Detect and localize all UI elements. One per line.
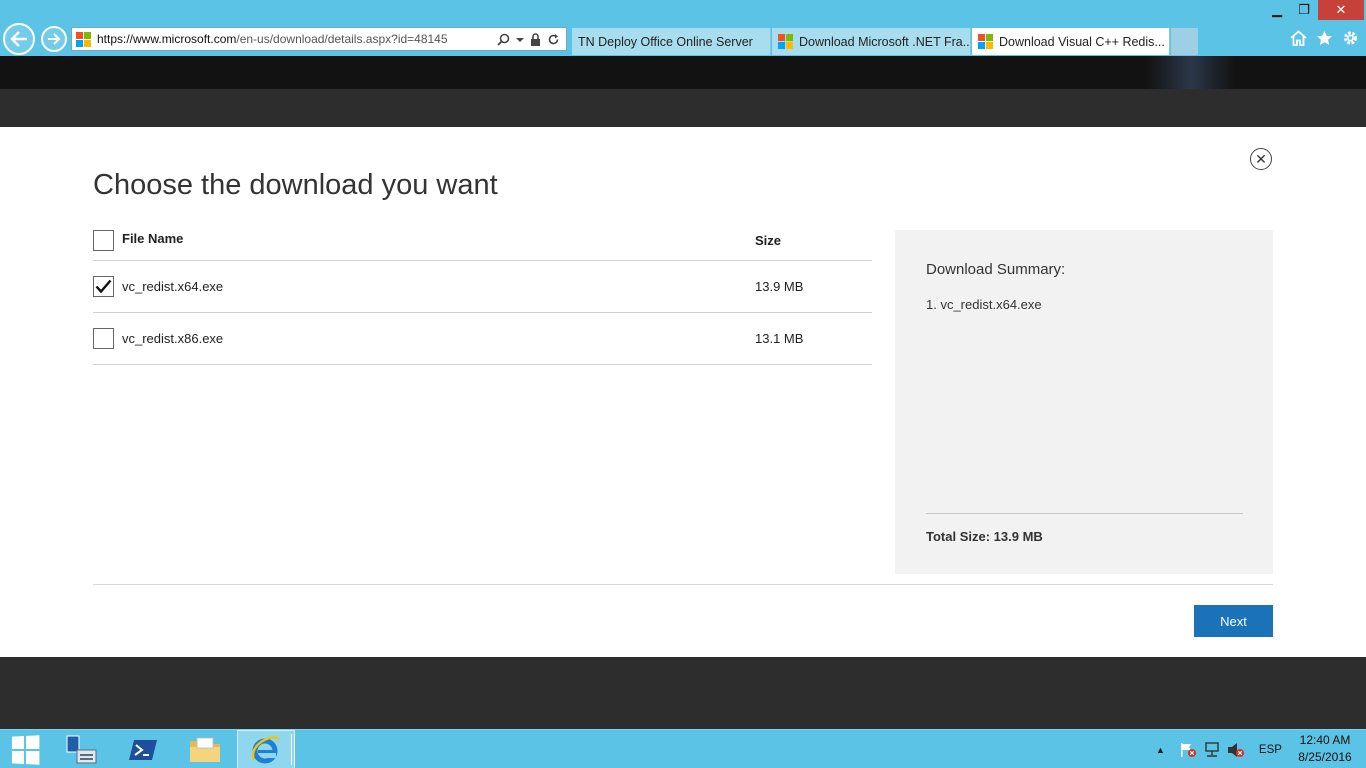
file-size: 13.9 MB bbox=[755, 279, 804, 294]
folder-icon bbox=[190, 737, 220, 762]
tab-label: Download Visual C++ Redis... bbox=[999, 34, 1165, 49]
browser-chrome: https://www.microsoft.com/en-us/download… bbox=[0, 0, 1366, 56]
tray-overflow-arrow-icon[interactable]: ▲ bbox=[1156, 745, 1165, 755]
search-icon[interactable] bbox=[497, 33, 510, 46]
tab-vcredist-download[interactable]: Download Visual C++ Redis... ✕ bbox=[972, 28, 1170, 55]
url-host: https://www.microsoft.com bbox=[97, 32, 237, 46]
download-dialog: ✕ Choose the download you want File Name… bbox=[0, 127, 1366, 657]
tab-dotnet-download[interactable]: Download Microsoft .NET Fra... bbox=[772, 28, 971, 55]
lock-icon[interactable] bbox=[530, 32, 541, 46]
powershell-icon bbox=[129, 739, 157, 760]
system-tray: ▲ ESP bbox=[1156, 730, 1282, 768]
microsoft-logo-icon bbox=[978, 34, 993, 49]
file-table: File Name Size vc_redist.x64.exe 13.9 MB… bbox=[93, 227, 872, 365]
dropdown-icon[interactable] bbox=[516, 33, 524, 46]
summary-item: 1. vc_redist.x64.exe bbox=[926, 297, 1042, 312]
server-manager-icon bbox=[66, 735, 97, 763]
dialog-close-button[interactable]: ✕ bbox=[1250, 148, 1272, 170]
table-row[interactable]: vc_redist.x86.exe 13.1 MB bbox=[93, 313, 872, 365]
system-clock[interactable]: 12:40 AM 8/25/2016 bbox=[1290, 732, 1360, 766]
volume-muted-icon[interactable] bbox=[1227, 742, 1245, 758]
back-button[interactable] bbox=[3, 23, 35, 55]
file-checkbox-x86[interactable] bbox=[93, 328, 114, 349]
home-icon[interactable] bbox=[1290, 30, 1307, 46]
windows-logo-icon bbox=[11, 734, 40, 765]
download-summary-panel: Download Summary: 1. vc_redist.x64.exe T… bbox=[895, 230, 1273, 574]
window-minimize-button[interactable]: ▁ bbox=[1264, 0, 1290, 20]
table-row[interactable]: vc_redist.x64.exe 13.9 MB bbox=[93, 261, 872, 313]
site-header bbox=[0, 56, 1366, 89]
window-restore-button[interactable]: ❐ bbox=[1291, 0, 1317, 20]
tab-label: TN Deploy Office Online Server bbox=[578, 34, 753, 49]
start-button[interactable] bbox=[0, 730, 50, 768]
summary-total-size: Total Size: 13.9 MB bbox=[926, 529, 1043, 544]
refresh-icon[interactable] bbox=[547, 33, 560, 46]
action-center-flag-icon[interactable] bbox=[1179, 742, 1197, 758]
table-header: File Name Size bbox=[93, 227, 872, 261]
taskbar-server-manager[interactable] bbox=[52, 730, 110, 768]
input-language[interactable]: ESP bbox=[1259, 744, 1282, 756]
url-path: /en-us/download/details.aspx?id=48145 bbox=[236, 32, 448, 46]
internet-explorer-icon bbox=[251, 735, 280, 763]
dialog-divider bbox=[93, 584, 1273, 585]
arrow-left-icon bbox=[10, 31, 27, 47]
summary-title: Download Summary: bbox=[926, 261, 1066, 278]
taskbar-powershell[interactable] bbox=[114, 730, 172, 768]
select-all-checkbox[interactable] bbox=[93, 230, 114, 251]
dialog-title: Choose the download you want bbox=[93, 169, 498, 201]
taskbar-divider bbox=[291, 734, 295, 765]
microsoft-logo-icon bbox=[76, 31, 91, 47]
clock-date: 8/25/2016 bbox=[1298, 750, 1352, 764]
address-bar[interactable]: https://www.microsoft.com/en-us/download… bbox=[71, 27, 567, 51]
close-icon: ✕ bbox=[1255, 150, 1267, 167]
taskbar-internet-explorer[interactable] bbox=[237, 730, 295, 768]
taskbar-file-explorer[interactable] bbox=[176, 730, 234, 768]
new-tab-button[interactable] bbox=[1171, 28, 1198, 55]
column-header-size: Size bbox=[755, 233, 782, 248]
url-text: https://www.microsoft.com/en-us/download… bbox=[97, 32, 497, 46]
microsoft-logo-icon bbox=[778, 34, 793, 49]
taskbar: ▲ ESP 12:40 AM 8/25/2016 bbox=[0, 729, 1366, 768]
site-footer-band bbox=[0, 657, 1366, 729]
window-close-button[interactable]: ✕ bbox=[1318, 0, 1364, 20]
network-icon[interactable] bbox=[1203, 741, 1221, 758]
checkmark-icon bbox=[95, 279, 112, 294]
next-button[interactable]: Next bbox=[1194, 605, 1273, 637]
site-subheader bbox=[0, 89, 1366, 127]
tab-deploy-office[interactable]: TN Deploy Office Online Server bbox=[572, 28, 771, 55]
settings-gear-icon[interactable] bbox=[1342, 30, 1359, 46]
favorites-star-icon[interactable] bbox=[1316, 30, 1333, 46]
forward-button[interactable] bbox=[41, 26, 67, 52]
clock-time: 12:40 AM bbox=[1299, 733, 1351, 747]
arrow-right-icon bbox=[48, 33, 61, 45]
file-size: 13.1 MB bbox=[755, 331, 804, 346]
summary-divider bbox=[926, 513, 1243, 514]
tab-label: Download Microsoft .NET Fra... bbox=[799, 34, 971, 49]
file-checkbox-x64[interactable] bbox=[93, 276, 114, 297]
